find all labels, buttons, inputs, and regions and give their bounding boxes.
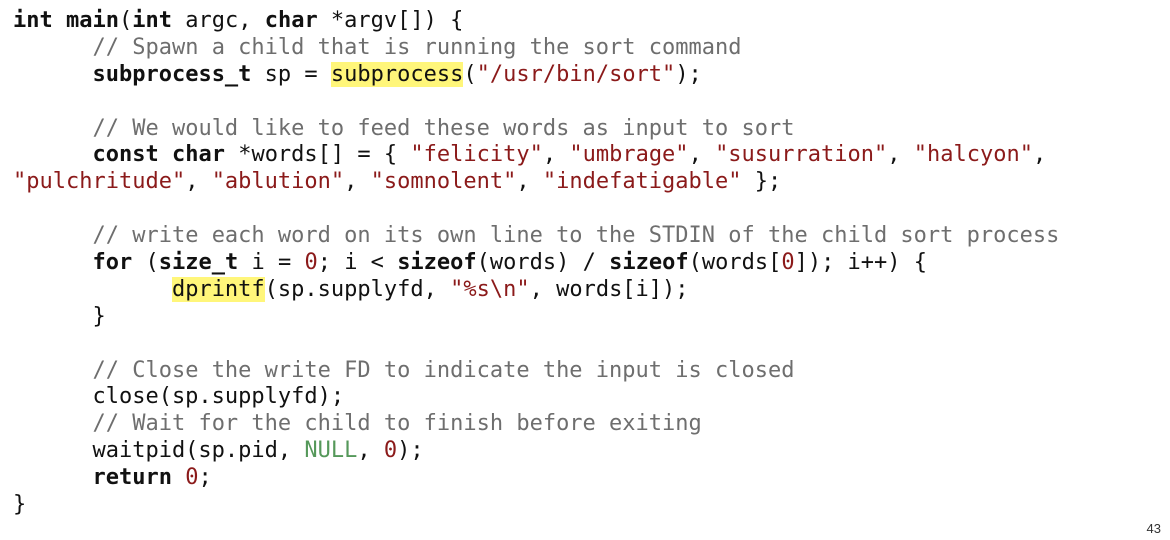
code-text: argc, [171,8,265,33]
code-text: , [887,142,914,168]
code-text: *words[] = { [224,142,411,168]
code-comment: // Close the write FD to indicate the in… [92,357,795,383]
page-number: 43 [1146,521,1161,536]
code-text: , [1032,142,1047,168]
code-line: int main(int argc, char *argv[]) { [13,8,1153,35]
code-text: ( [118,8,133,33]
code-text: *argv[]) { [317,8,464,33]
code-text: ; [198,465,212,491]
code-line: waitpid(sp.pid, NULL, 0); [13,438,1153,465]
code-keyword: const [92,142,159,168]
code-text: ); [397,438,424,464]
code-keyword: size_t [158,250,239,276]
code-line: // We would like to feed these words as … [13,116,1153,143]
code-line: subprocess_t sp = subprocess("/usr/bin/s… [13,61,1153,89]
code-text: (words) / [476,250,610,276]
code-keyword: sizeof [609,250,689,276]
code-text: ( [463,61,477,87]
code-text: close(sp.supplyfd); [13,384,345,410]
code-keyword: char [171,142,225,168]
code-text: , [185,169,212,195]
code-text: waitpid(sp.pid, [13,438,305,464]
code-text: , [357,438,384,464]
code-line: // Close the write FD to indicate the in… [13,358,1153,385]
code-keyword: subprocess_t [92,61,252,87]
code-text: (sp.supplyfd, [264,276,451,302]
code-keyword: for [92,250,133,276]
code-text: , [542,142,570,168]
code-keyword: return [92,465,172,491]
code-number: 0 [781,250,795,276]
code-text: ; i < [317,250,398,276]
code-text: sp = [251,61,331,87]
code-line: // Wait for the child to finish before e… [13,411,1153,438]
code-text: } [13,303,106,329]
code-string: "umbrage" [569,142,689,168]
code-line: "pulchritude", "ablution", "somnolent", … [13,169,1153,196]
code-line: // write each word on its own line to th… [13,223,1153,250]
code-null-literal: NULL [304,438,358,464]
code-keyword: main [66,8,119,33]
code-number: 0 [304,250,318,276]
code-string: "%s\n" [450,276,530,302]
code-line: for (size_t i = 0; i < sizeof(words) / s… [13,250,1153,277]
code-line: } [13,304,1153,331]
code-text: , words[i]); [529,276,689,302]
code-text: (words[ [688,250,782,276]
code-string: "/usr/bin/sort" [476,61,676,87]
code-text: , [344,169,371,195]
code-comment: // write each word on its own line to th… [92,223,1060,249]
code-string: "indefatigable" [542,169,742,195]
code-listing: int main(int argc, char *argv[]) { // Sp… [13,8,1153,519]
code-comment: // Spawn a child that is running the sor… [92,34,742,60]
code-line: // Spawn a child that is running the sor… [13,35,1153,62]
code-keyword: sizeof [397,250,477,276]
code-comment: // Wait for the child to finish before e… [92,411,702,437]
code-line: const char *words[] = { "felicity", "umb… [13,142,1153,169]
code-line: } [13,492,1153,519]
highlighted-function: subprocess [330,61,464,87]
code-text: , [688,142,716,168]
code-text: i = [238,250,305,276]
code-comment: // We would like to feed these words as … [92,115,795,141]
code-text: ]); i++) { [794,250,928,276]
code-text: }; [741,169,782,195]
code-keyword: int [13,8,53,33]
highlighted-function: dprintf [171,276,265,302]
code-text: ); [675,61,702,87]
code-string: "felicity" [410,142,543,168]
code-string: "ablution" [211,169,345,195]
code-keyword: char [264,8,318,33]
code-text: } [13,492,27,518]
code-line: dprintf(sp.supplyfd, "%s\n", words[i]); [13,276,1153,304]
code-keyword: int [132,8,172,33]
code-text: , [516,169,543,195]
code-string: "susurration" [715,142,888,168]
code-text: ( [132,250,159,276]
code-line: return 0; [13,465,1153,492]
code-number: 0 [383,438,398,464]
code-line: close(sp.supplyfd); [13,384,1153,411]
code-string: "halcyon" [913,142,1033,168]
code-string: "pulchritude" [13,169,186,195]
code-number: 0 [185,465,199,491]
code-string: "somnolent" [370,169,517,195]
